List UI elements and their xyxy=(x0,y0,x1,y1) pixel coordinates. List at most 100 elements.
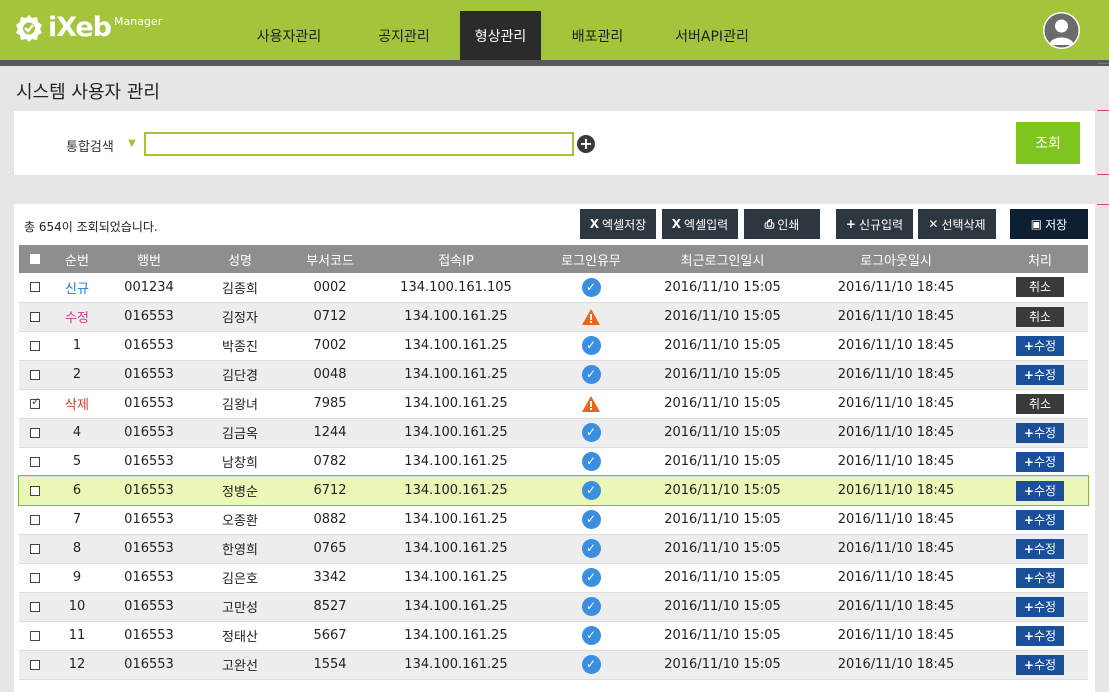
table-row[interactable]: 1 016553 박종진 7002 134.100.161.25 ✓ 2016/11/10 … xyxy=(19,331,1088,360)
chevron-down-icon[interactable]: ▼ xyxy=(128,138,136,149)
row-checkbox[interactable] xyxy=(30,427,40,438)
row-dept-code: 3342 xyxy=(313,570,347,585)
action-label: 수정 xyxy=(1033,454,1057,469)
check-circle-icon: ✓ xyxy=(581,423,601,442)
search-input[interactable] xyxy=(144,132,574,156)
table-row[interactable]: 10 016553 고만성 8527 134.100.161.25 ✓ 2016/11/10… xyxy=(19,592,1088,621)
edit-button[interactable]: +수정 xyxy=(1016,538,1064,559)
edit-button[interactable]: +수정 xyxy=(1016,451,1064,472)
row-name: 정태산 xyxy=(222,630,258,645)
row-checkbox[interactable] xyxy=(30,485,40,496)
column-header: 처리 xyxy=(1028,253,1052,269)
edit-button[interactable]: +수정 xyxy=(1016,364,1064,385)
action-label: 수정 xyxy=(1033,599,1057,614)
row-checkbox[interactable] xyxy=(30,572,40,583)
row-checkbox[interactable] xyxy=(30,369,40,380)
row-name: 남창희 xyxy=(222,456,258,471)
delete-selected-button[interactable]: ✕ 선택삭제 xyxy=(918,209,996,239)
action-label: 수정 xyxy=(1033,483,1057,498)
row-logout: 2016/11/10 18:45 xyxy=(837,483,955,498)
edit-button[interactable]: +수정 xyxy=(1016,509,1064,530)
row-dept-code: 1244 xyxy=(313,425,347,440)
table-row[interactable]: 8 016553 한영희 0765 134.100.161.25 ✓ 2016/11/10 … xyxy=(19,534,1088,563)
row-logout: 2016/11/10 18:45 xyxy=(837,367,955,382)
row-checkbox[interactable] xyxy=(30,543,40,554)
edit-button[interactable]: +수정 xyxy=(1016,567,1064,588)
row-logout: 2016/11/10 18:45 xyxy=(837,425,955,440)
check-circle-icon: ✓ xyxy=(581,481,601,500)
warning-icon xyxy=(582,308,600,325)
row-checkbox[interactable] xyxy=(30,659,40,670)
row-checkbox[interactable] xyxy=(30,395,40,409)
edit-button[interactable]: +수정 xyxy=(1016,422,1064,443)
cancel-button[interactable]: 취소 xyxy=(1016,393,1064,414)
nav-user-management[interactable]: 사용자관리 xyxy=(230,11,348,60)
table-row[interactable]: 11 016553 정태산 5667 134.100.161.25 ✓ 2016/11/10… xyxy=(19,621,1088,650)
edit-button[interactable]: +수정 xyxy=(1016,480,1064,501)
edit-button[interactable]: +수정 xyxy=(1016,625,1064,646)
table-row[interactable]: 12 016553 고완선 1554 134.100.161.25 ✓ 2016/11/10… xyxy=(19,650,1088,679)
table-row[interactable]: 삭제 016553 김왕녀 7985 134.100.161.25 2016/11/10 … xyxy=(19,389,1088,418)
table-row[interactable]: 수정 016553 김정자 0712 134.100.161.25 2016/11/10 … xyxy=(19,302,1088,331)
excel-icon: X xyxy=(589,217,600,231)
table-row[interactable]: 9 016553 김은호 3342 134.100.161.25 ✓ 2016/11/10 … xyxy=(19,563,1088,592)
nav-deploy-management[interactable]: 배포관리 xyxy=(541,11,654,60)
plus-icon: + xyxy=(1023,367,1034,382)
add-condition-icon[interactable]: + xyxy=(577,135,595,153)
edit-button[interactable]: +수정 xyxy=(1016,596,1064,617)
nav-notice-management[interactable]: 공지관리 xyxy=(348,11,460,60)
edit-button[interactable]: +수정 xyxy=(1016,335,1064,356)
table-row[interactable]: 7 016553 오종환 0882 134.100.161.25 ✓ 2016/11/10 … xyxy=(19,505,1088,534)
edge-marker xyxy=(1097,204,1109,205)
row-checkbox[interactable] xyxy=(30,456,40,467)
plus-icon: + xyxy=(845,217,856,231)
row-checkbox[interactable] xyxy=(30,282,40,293)
app-logo[interactable]: iXeb Manager xyxy=(14,13,162,47)
column-header: 최근로그인일시 xyxy=(680,253,765,269)
row-checkbox[interactable] xyxy=(30,514,40,525)
row-checkbox[interactable] xyxy=(30,311,40,322)
row-checkbox[interactable] xyxy=(30,601,40,612)
row-login-status: ✓ xyxy=(537,563,645,592)
row-name: 고만성 xyxy=(222,601,258,616)
action-label: 취소 xyxy=(1028,280,1052,295)
excel-save-button[interactable]: X 엑셀저장 xyxy=(580,209,656,239)
table-row[interactable]: 5 016553 남창희 0782 134.100.161.25 ✓ 2016/11/10 … xyxy=(19,447,1088,476)
edit-button[interactable]: +수정 xyxy=(1016,654,1064,675)
row-name: 오종환 xyxy=(222,514,258,529)
logo-text: iXeb xyxy=(48,12,112,43)
row-ip: 134.100.161.25 xyxy=(404,570,508,585)
row-dept-code: 0882 xyxy=(313,512,347,527)
select-all-checkbox[interactable] xyxy=(19,245,51,273)
search-button[interactable]: 조회 xyxy=(1016,122,1080,164)
row-seq: 4 xyxy=(72,425,82,440)
row-checkbox[interactable] xyxy=(30,630,40,641)
row-last-login: 2016/11/10 15:05 xyxy=(664,396,781,411)
row-seq: 삭제 xyxy=(65,398,89,413)
search-type-select[interactable]: 통합검색 xyxy=(66,136,114,155)
edge-marker xyxy=(1097,63,1109,64)
plus-icon: + xyxy=(1023,657,1034,672)
save-button[interactable]: ▣ 저장 xyxy=(1010,209,1088,239)
excel-save-label: 엑셀저장 xyxy=(602,217,647,232)
table-row[interactable]: 4 016553 김금옥 1244 134.100.161.25 ✓ 2016/11/10 … xyxy=(19,418,1088,447)
table-row[interactable]: 신규 001234 김종희 0002 134.100.161.105 ✓ 2016/11/1… xyxy=(19,273,1088,302)
nav-config-management[interactable]: 형상관리 xyxy=(460,11,541,60)
cancel-button[interactable]: 취소 xyxy=(1016,277,1064,298)
row-checkbox-cell xyxy=(19,418,51,447)
row-checkbox[interactable] xyxy=(30,340,40,351)
row-dept-code: 7985 xyxy=(313,396,347,411)
table-row[interactable]: 6 016553 정병순 6712 134.100.161.25 ✓ 2016/11/10 … xyxy=(18,475,1089,506)
user-avatar-icon[interactable] xyxy=(1043,12,1080,49)
row-action-cell: 취소 xyxy=(992,389,1088,418)
row-dept-code: 8527 xyxy=(313,599,347,614)
cancel-button[interactable]: 취소 xyxy=(1016,306,1064,327)
add-new-button[interactable]: + 신규입력 xyxy=(836,209,913,239)
table-row[interactable]: 2 016553 김단경 0048 134.100.161.25 ✓ 2016/11/10 … xyxy=(19,360,1088,389)
excel-import-button[interactable]: X 엑셀입력 xyxy=(662,209,738,239)
page-title: 시스템 사용자 관리 xyxy=(16,82,160,103)
plus-icon: + xyxy=(1023,541,1034,556)
row-logout: 2016/11/10 18:45 xyxy=(837,512,955,527)
nav-server-api-management[interactable]: 서버API관리 xyxy=(654,11,770,60)
print-button[interactable]: ⎙ 인쇄 xyxy=(744,209,820,239)
